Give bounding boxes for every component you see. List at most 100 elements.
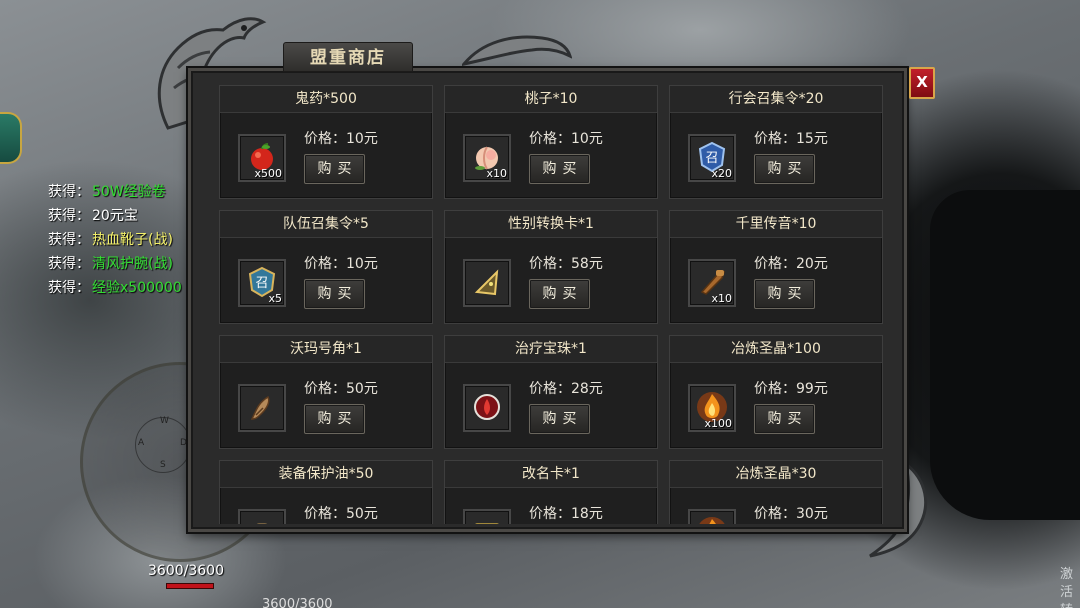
svg-text:召: 召 — [255, 276, 268, 291]
hp-bar — [166, 583, 214, 589]
shop-item-card: 鬼药*500 x500 价格：10元购买 — [219, 85, 433, 199]
item-price: 价格：20元 — [754, 253, 828, 273]
loot-value: 经验x500000 — [92, 280, 182, 296]
price-value: 58元 — [571, 256, 603, 272]
price-label: 价格： — [304, 131, 346, 147]
price-value: 10元 — [346, 256, 378, 272]
item-slot[interactable] — [463, 384, 511, 432]
buy-button[interactable]: 购买 — [754, 404, 815, 434]
buy-button[interactable]: 购买 — [304, 404, 365, 434]
shop-item-name: 沃玛号角*1 — [220, 336, 432, 363]
price-label: 价格： — [529, 256, 571, 272]
hp-text: 3600/3600 — [148, 563, 224, 579]
item-price: 价格：18元 — [529, 503, 603, 523]
price-label: 价格： — [304, 381, 346, 397]
shop-item-name: 鬼药*500 — [220, 86, 432, 113]
close-button[interactable]: X — [909, 67, 935, 99]
buy-button[interactable]: 购买 — [754, 154, 815, 184]
item-price: 价格：10元 — [304, 128, 378, 148]
item-slot[interactable] — [463, 259, 511, 307]
flame-crystal-icon — [696, 516, 728, 524]
item-count: x10 — [711, 292, 732, 305]
price-label: 价格： — [529, 381, 571, 397]
shop-item-name: 队伍召集令*5 — [220, 211, 432, 238]
price-label: 价格： — [754, 506, 796, 522]
buy-button[interactable]: 购买 — [529, 404, 590, 434]
loot-row: 获得： 经验x500000 — [48, 276, 182, 300]
price-label: 价格： — [754, 256, 796, 272]
loot-value: 50W经验卷 — [92, 184, 166, 200]
item-count: x500 — [254, 167, 282, 180]
price-label: 价格： — [529, 506, 571, 522]
loot-prefix: 获得： — [48, 256, 90, 272]
joystick-d-label: D — [180, 438, 187, 448]
price-value: 20元 — [796, 256, 828, 272]
shop-item-card: 沃玛号角*1 价格：50元购买 — [219, 335, 433, 449]
shop-item-name: 治疗宝珠*1 — [445, 336, 657, 363]
corner-text: 激活转 — [1060, 567, 1074, 608]
shop-item-card: 治疗宝珠*1 价格：28元购买 — [444, 335, 658, 449]
shop-item-card: 冶炼圣晶*100 x100 价格：99元 购买 — [669, 335, 883, 449]
buy-button[interactable]: 购买 — [529, 279, 590, 309]
dark-scenery — [930, 190, 1080, 520]
item-price: 价格：28元 — [529, 378, 603, 398]
item-slot[interactable]: x500 — [238, 134, 286, 182]
side-event-badge-icon[interactable] — [0, 112, 22, 164]
item-price: 价格：10元 — [304, 253, 378, 273]
item-price: 价格：50元 — [304, 503, 378, 523]
item-slot[interactable]: x10 — [463, 134, 511, 182]
healing-orb-icon — [471, 391, 503, 423]
price-value: 10元 — [346, 131, 378, 147]
loot-prefix: 获得： — [48, 184, 90, 200]
hp-text-secondary: 3600/3600 — [262, 597, 333, 608]
shop-item-card: 冶炼圣晶*30价格：30元购买 — [669, 460, 883, 524]
shop-item-card: 改名卡*1价格：18元购买 — [444, 460, 658, 524]
price-value: 99元 — [796, 381, 828, 397]
buy-button[interactable]: 购买 — [304, 154, 365, 184]
shop-item-name: 桃子*10 — [445, 86, 657, 113]
gender-card-icon — [471, 266, 503, 298]
price-label: 价格： — [529, 131, 571, 147]
item-count: x20 — [711, 167, 732, 180]
item-slot[interactable] — [238, 384, 286, 432]
shop-window: 鬼药*500 x500 价格：10元 购买 桃子*10 x10 价格：10元 购买 行会召集令*… — [188, 68, 907, 532]
price-label: 价格： — [304, 256, 346, 272]
item-count: x5 — [268, 292, 282, 305]
item-price: 价格：30元 — [754, 503, 828, 523]
item-slot[interactable] — [688, 509, 736, 524]
item-slot[interactable]: 召 x20 — [688, 134, 736, 182]
price-value: 50元 — [346, 381, 378, 397]
item-count: x100 — [704, 417, 732, 430]
item-slot[interactable]: 召 x5 — [238, 259, 286, 307]
item-slot[interactable] — [238, 509, 286, 524]
item-slot[interactable]: x100 — [688, 384, 736, 432]
buy-button[interactable]: 购买 — [304, 279, 365, 309]
loot-row: 获得： 热血靴子(战) — [48, 228, 182, 252]
shop-item-card: 桃子*10 x10 价格：10元购买 — [444, 85, 658, 199]
price-label: 价格： — [754, 131, 796, 147]
joystick-a-label: A — [138, 438, 145, 448]
buy-button[interactable]: 购买 — [754, 279, 815, 309]
woma-horn-icon — [246, 391, 278, 423]
shop-item-card: 队伍召集令*5 召 x5 价格：10元购买 — [219, 210, 433, 324]
price-label: 价格： — [304, 506, 346, 522]
price-value: 15元 — [796, 131, 828, 147]
price-value: 30元 — [796, 506, 828, 522]
loot-prefix: 获得： — [48, 232, 90, 248]
shop-item-name: 改名卡*1 — [445, 461, 657, 488]
shop-item-card: 性别转换卡*1 价格：58元 购买 — [444, 210, 658, 324]
item-slot[interactable]: x10 — [688, 259, 736, 307]
joystick-s-label: S — [160, 460, 166, 470]
price-label: 价格： — [754, 381, 796, 397]
item-slot[interactable] — [463, 509, 511, 524]
joystick-w-label: W — [160, 416, 169, 426]
shop-item-grid: 鬼药*500 x500 价格：10元 购买 桃子*10 x10 价格：10元 购买 行会召集令*… — [219, 85, 887, 524]
item-price: 价格：58元 — [529, 253, 603, 273]
joystick-knob[interactable]: W A D S — [135, 416, 191, 473]
item-count: x10 — [486, 167, 507, 180]
buy-button[interactable]: 购买 — [529, 154, 590, 184]
price-value: 10元 — [571, 131, 603, 147]
price-value: 18元 — [571, 506, 603, 522]
item-price: 价格：15元 — [754, 128, 828, 148]
loot-row: 获得： 20元宝 — [48, 204, 182, 228]
